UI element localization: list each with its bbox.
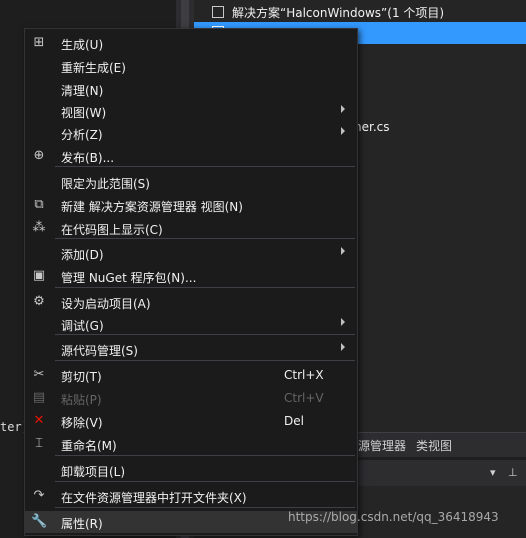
menu-item-8[interactable]: ⁂ 在代码图上显示(C) (25, 217, 357, 239)
menu-item-0[interactable]: ⊞ 生成(U) (25, 32, 357, 54)
menu-item-label: 发布(B)... (61, 151, 115, 165)
menu-separator (55, 507, 355, 508)
new-view-icon: ⧉ (34, 197, 44, 212)
menu-item-5[interactable]: ⊕ 发布(B)... (25, 145, 357, 167)
menu-item-shortcut: Del (284, 414, 304, 428)
menu-item-1[interactable]: 重新生成(E) (25, 55, 357, 77)
menu-item-label: 重新生成(E) (61, 61, 126, 75)
menu-item-label: 添加(D) (61, 248, 104, 262)
build-icon: ⊞ (33, 35, 45, 50)
submenu-arrow-icon (341, 247, 345, 255)
dropdown-icon[interactable]: ▾ (490, 466, 496, 479)
code-map-icon: ⁂ (32, 220, 46, 235)
menu-item-label: 管理 NuGet 程序包(N)... (61, 271, 197, 285)
submenu-arrow-icon (341, 127, 345, 135)
menu-item-17[interactable]: ⌶ 重命名(M) (25, 433, 357, 455)
remove-icon: ✕ (33, 413, 45, 428)
submenu-arrow-icon (341, 343, 345, 351)
menu-item-label: 源代码管理(S) (61, 344, 138, 358)
menu-separator (55, 287, 355, 288)
wrench-icon: 🔧 (31, 514, 48, 529)
gear-icon: ⚙ (33, 294, 45, 309)
menu-item-label: 移除(V) (61, 416, 103, 430)
menu-item-13[interactable]: 源代码管理(S) (25, 338, 357, 360)
menu-item-label: 调试(G) (61, 319, 104, 333)
menu-item-2[interactable]: 清理(N) (25, 78, 357, 100)
menu-item-label: 在文件资源管理器中打开文件夹(X) (61, 491, 247, 505)
menu-separator (55, 481, 355, 482)
menu-separator (55, 360, 355, 361)
menu-item-shortcut: Ctrl+V (284, 391, 324, 405)
menu-item-label: 剪切(T) (61, 370, 102, 384)
menu-item-label: 限定为此范围(S) (61, 177, 150, 191)
menu-item-10[interactable]: ▣ 管理 NuGet 程序包(N)... (25, 265, 357, 287)
menu-item-11[interactable]: ⚙ 设为启动项目(A) (25, 291, 357, 313)
menu-item-9[interactable]: 添加(D) (25, 242, 357, 264)
menu-item-label: 粘贴(P) (61, 393, 102, 407)
menu-item-4[interactable]: 分析(Z) (25, 122, 357, 144)
menu-item-6[interactable]: 限定为此范围(S) (25, 171, 357, 193)
menu-item-19[interactable]: ↷ 在文件资源管理器中打开文件夹(X) (25, 485, 357, 507)
menu-item-14[interactable]: ✂ 剪切(T) Ctrl+X (25, 364, 357, 386)
menu-item-label: 清理(N) (61, 84, 104, 98)
menu-item-label: 重命名(M) (61, 439, 117, 453)
rename-icon: ⌶ (35, 436, 43, 451)
menu-item-18[interactable]: 卸载项目(L) (25, 459, 357, 481)
tab-class-view[interactable]: 类视图 (416, 437, 452, 454)
submenu-arrow-icon (341, 318, 345, 326)
pin-icon[interactable]: ⊥ (508, 466, 518, 479)
menu-item-label: 卸载项目(L) (61, 465, 126, 479)
menu-item-label: 分析(Z) (61, 128, 103, 142)
menu-item-label: 新建 解决方案资源管理器 视图(N) (61, 200, 243, 214)
submenu-arrow-icon (341, 105, 345, 113)
menu-item-16[interactable]: ✕ 移除(V) Del (25, 410, 357, 432)
solution-icon (212, 6, 224, 18)
menu-item-label: 属性(R) (61, 517, 103, 531)
tab-solution-explorer[interactable]: 源管理器 (358, 437, 406, 454)
watermark: https://blog.csdn.net/qq_36418943 (288, 510, 499, 524)
menu-item-15[interactable]: ▤ 粘贴(P) Ctrl+V (25, 387, 357, 409)
context-menu: ⊞ 生成(U) 重新生成(E) 清理(N) 视图(W) 分析(Z) ⊕ 发布(B)... 限定为… (24, 28, 358, 536)
menu-item-label: 设为启动项目(A) (61, 297, 151, 311)
menu-item-7[interactable]: ⧉ 新建 解决方案资源管理器 视图(N) (25, 194, 357, 216)
redo-icon: ↷ (33, 488, 45, 503)
solution-label: 解决方案“HalconWindows”(1 个项目) (232, 6, 445, 20)
menu-item-shortcut: Ctrl+X (284, 368, 324, 382)
publish-icon: ⊕ (33, 148, 45, 163)
menu-item-label: 生成(U) (61, 38, 104, 52)
scissors-icon: ✂ (33, 367, 45, 382)
menu-item-12[interactable]: 调试(G) (25, 313, 357, 335)
menu-item-label: 视图(W) (61, 106, 107, 120)
menu-item-3[interactable]: 视图(W) (25, 100, 357, 122)
menu-item-label: 在代码图上显示(C) (61, 223, 163, 237)
nuget-icon: ▣ (32, 268, 46, 283)
menu-separator (55, 455, 355, 456)
solution-node[interactable]: 解决方案“HalconWindows”(1 个项目) (194, 2, 526, 24)
file-node-label[interactable]: ner.cs (354, 120, 389, 134)
paste-icon: ▤ (32, 390, 46, 405)
